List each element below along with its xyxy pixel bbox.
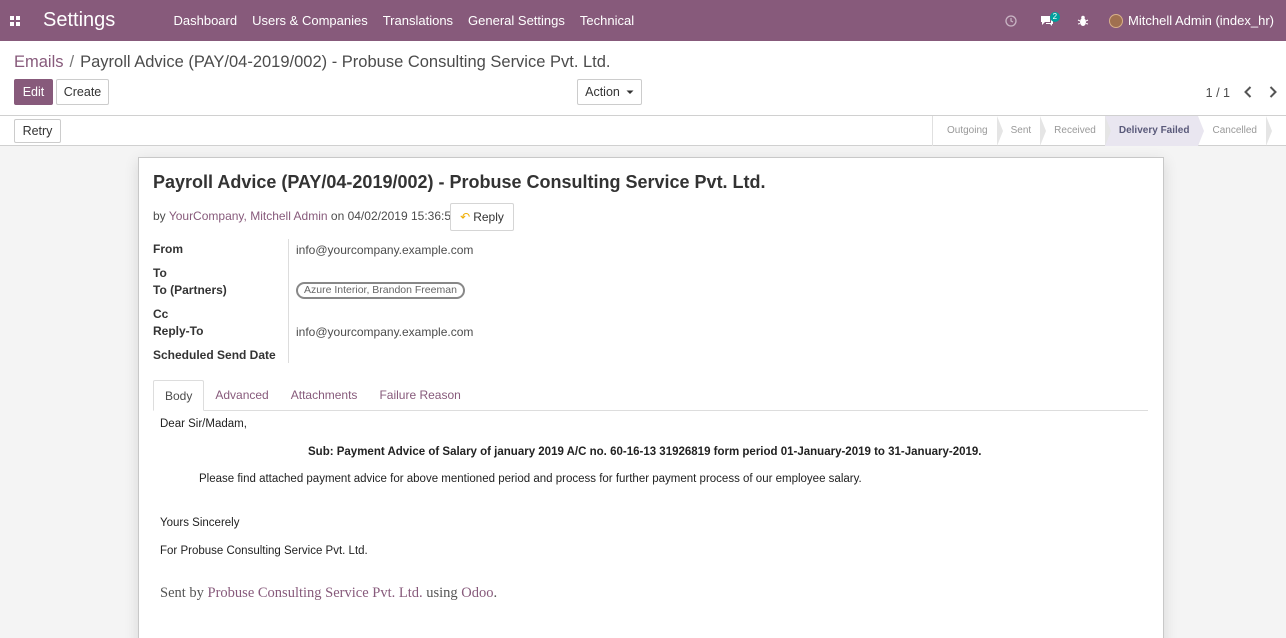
retry-button[interactable]: Retry [14,119,61,143]
apps-grid-icon [10,15,20,26]
avatar [1109,13,1124,28]
body-company-line: For Probuse Consulting Service Pvt. Ltd. [160,545,368,557]
footer-odoo-link[interactable]: Odoo [461,585,493,601]
notebook-tabs: Body Advanced Attachments Failure Reason [153,380,1148,411]
breadcrumb-separator: / [69,53,75,71]
control-panel: Emails / Payroll Advice (PAY/04-2019/002) … [0,41,1286,116]
clock-icon [1005,14,1017,27]
footer-company-link[interactable]: Probuse Consulting Service Pvt. Ltd. [208,585,423,601]
breadcrumb: Emails / Payroll Advice (PAY/04-2019/002) … [14,53,611,72]
byline-prefix: by [153,209,166,223]
body-greeting: Dear Sir/Madam, [160,418,247,430]
status-step-outgoing[interactable]: Outgoing [933,116,1003,146]
mail-date: on 04/02/2019 15:36:58 [330,209,458,223]
reply-to-value: info@yourcompany.example.com [296,325,474,339]
menu-item-general-settings[interactable]: General Settings [461,0,573,41]
pager-previous-button[interactable] [1241,84,1255,100]
user-menu[interactable]: Mitchell Admin (index_hr) [1101,13,1286,28]
app-title: Settings [43,9,116,31]
reply-arrow-icon: ↶ [460,210,471,224]
footer-suffix: . [493,585,498,601]
to-label: To [153,266,167,280]
activity-button[interactable] [993,0,1029,41]
messaging-button[interactable]: 2 [1029,0,1065,41]
reply-to-label: Reply-To [153,324,204,338]
systray: 2 Mitchell Admin (index_hr) [993,0,1286,41]
field-divider [288,239,289,363]
status-step-sent[interactable]: Sent [997,116,1046,146]
tab-attachments[interactable]: Attachments [280,380,369,411]
apps-menu-button[interactable] [0,0,30,41]
status-steps: Outgoing Sent Received Delivery Failed C… [932,116,1273,146]
menu-item-translations[interactable]: Translations [375,0,460,41]
body-closing: Yours Sincerely [160,517,240,529]
main-menu: Dashboard Users & Companies Translations… [166,0,642,41]
mail-author-link[interactable]: YourCompany, Mitchell Admin [169,209,328,223]
partner-tag[interactable]: Azure Interior, Brandon Freeman [296,282,465,299]
footer-prefix: Sent by [160,585,204,601]
status-step-cancelled[interactable]: Cancelled [1198,116,1273,146]
statusbar: Retry Outgoing Sent Received Delivery Fa… [0,116,1286,146]
status-step-delivery-failed[interactable]: Delivery Failed [1104,116,1205,146]
footer-middle: using [426,585,458,601]
bug-icon [1077,15,1089,26]
menu-item-dashboard[interactable]: Dashboard [166,0,245,41]
edit-button[interactable]: Edit [14,79,53,105]
debug-button[interactable] [1065,0,1101,41]
body-subject-line: Sub: Payment Advice of Salary of january… [308,446,982,458]
caret-down-icon [626,90,634,94]
mail-subject: Payroll Advice (PAY/04-2019/002) - Probu… [153,172,766,192]
form-sheet: Payroll Advice (PAY/04-2019/002) - Probu… [138,157,1164,638]
chat-count-badge: 2 [1049,12,1061,22]
tab-body[interactable]: Body [153,380,205,411]
from-label: From [153,242,183,256]
status-step-received[interactable]: Received [1040,116,1111,146]
breadcrumb-emails-link[interactable]: Emails [14,53,64,71]
pager-value[interactable]: 1 / 1 [1206,86,1230,100]
create-button[interactable]: Create [56,79,109,105]
scheduled-send-date-label: Scheduled Send Date [153,348,276,362]
chevron-right-icon [1269,86,1277,98]
menu-item-technical[interactable]: Technical [572,0,641,41]
body-paragraph: Please find attached payment advice for … [199,473,862,485]
breadcrumb-current: Payroll Advice (PAY/04-2019/002) - Probu… [80,53,611,71]
top-navbar: Settings Dashboard Users & Companies Tra… [0,0,1286,41]
reply-label: Reply [473,210,504,224]
from-value: info@yourcompany.example.com [296,243,474,257]
user-name: Mitchell Admin (index_hr) [1128,13,1274,28]
chevron-left-icon [1244,86,1252,98]
to-partners-label: To (Partners) [153,283,227,297]
action-dropdown[interactable]: Action [577,79,642,105]
reply-button[interactable]: ↶ Reply [450,203,514,231]
pager-next-button[interactable] [1266,84,1280,100]
sent-by-footer: Sent by Probuse Consulting Service Pvt. … [160,585,497,602]
tab-advanced[interactable]: Advanced [204,380,279,411]
action-label: Action [585,85,620,99]
mail-byline: by YourCompany, Mitchell Admin on 04/02/… [153,209,458,223]
tab-failure-reason[interactable]: Failure Reason [368,380,471,411]
cc-label: Cc [153,307,169,321]
menu-item-users-companies[interactable]: Users & Companies [245,0,376,41]
